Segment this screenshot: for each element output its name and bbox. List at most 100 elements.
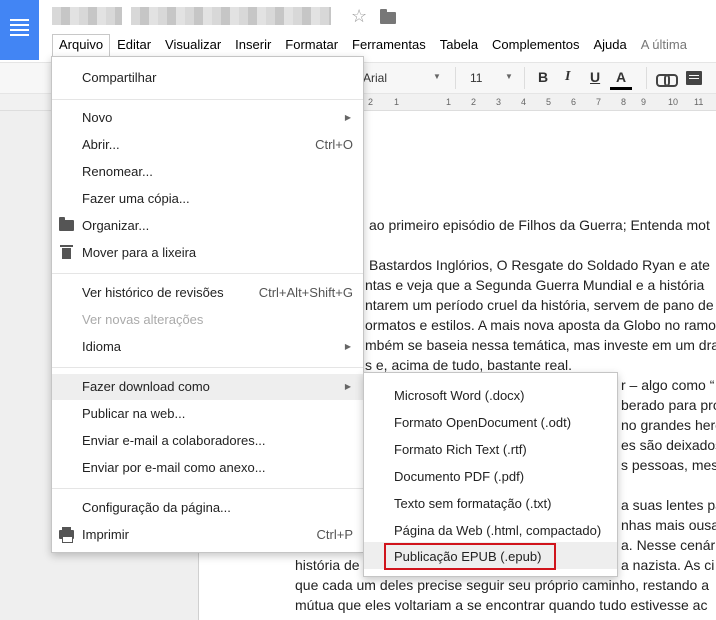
download-docx[interactable]: Microsoft Word (.docx) [364, 381, 617, 408]
menu-ferramentas[interactable]: Ferramentas [345, 34, 433, 56]
doc-text-line: a nazista. As ci [621, 557, 715, 573]
ruler-tick: 2 [368, 97, 374, 107]
doc-text-line: que cada um deles precise seguir seu pró… [295, 577, 710, 593]
menu-item-label: Imprimir [82, 527, 129, 542]
menu-item-new[interactable]: Novo ▶ [52, 105, 363, 131]
trash-icon [60, 245, 73, 259]
menu-item-rename[interactable]: Renomear... [52, 159, 363, 185]
menu-item-label: Fazer uma cópia... [82, 191, 190, 206]
doc-text-line: a. Nesse cenár [621, 537, 716, 553]
text-color-swatch [610, 87, 632, 90]
ruler-tick: 7 [596, 97, 602, 107]
doc-text-line: ao primeiro episódio de Filhos da Guerra… [369, 217, 710, 233]
menu-complementos[interactable]: Complementos [485, 34, 586, 56]
folder-icon[interactable] [380, 9, 396, 24]
menu-item-download[interactable]: Fazer download como ▶ [52, 374, 363, 400]
menu-visualizar[interactable]: Visualizar [158, 34, 228, 56]
menu-item-email-attachment[interactable]: Enviar por e-mail como anexo... [52, 455, 363, 481]
menu-item-label: Enviar e-mail a colaboradores... [82, 433, 266, 448]
menu-item-print[interactable]: Imprimir Ctrl+P [52, 522, 363, 548]
doc-text-line: história de [295, 557, 360, 573]
menu-item-language[interactable]: Idioma ▶ [52, 334, 363, 360]
menu-tabela[interactable]: Tabela [433, 34, 485, 56]
submenu-arrow-icon: ▶ [344, 342, 351, 351]
download-odt[interactable]: Formato OpenDocument (.odt) [364, 408, 617, 435]
download-pdf[interactable]: Documento PDF (.pdf) [364, 462, 617, 489]
doc-text-line: ormatos e estilos. A mais nova aposta da… [365, 317, 716, 333]
file-menu: Compartilhar Novo ▶ Abrir... Ctrl+O Renome… [51, 56, 364, 553]
underline-button[interactable]: U [590, 69, 600, 85]
folder-icon [59, 217, 74, 231]
font-select[interactable]: Arial [363, 71, 387, 85]
document-title-blurred[interactable] [52, 7, 122, 25]
docs-home-icon[interactable] [0, 0, 39, 60]
menu-ajuda[interactable]: Ajuda [586, 34, 633, 56]
ruler-tick: 11 [694, 97, 704, 107]
font-size-select[interactable]: 11 [470, 71, 482, 85]
menu-formatar[interactable]: Formatar [278, 34, 345, 56]
document-title-blurred-2[interactable] [131, 7, 331, 25]
doc-text-line: Bastardos Inglórios, O Resgate do Soldad… [369, 257, 710, 273]
doc-text-line: mútua que eles voltariam a se encontrar … [295, 597, 708, 613]
menu-arquivo[interactable]: Arquivo [52, 34, 111, 56]
doc-text-line: berado para pro [621, 397, 716, 413]
doc-text-line: mbém se baseia nessa temática, mas inves… [365, 337, 716, 353]
font-dropdown-icon[interactable]: ▼ [433, 72, 441, 81]
menu-item-revisions[interactable]: Ver histórico de revisões Ctrl+Alt+Shift+… [52, 280, 363, 306]
menu-divider [52, 99, 363, 100]
doc-text-line: s e, acima de tudo, bastante real. [365, 357, 573, 373]
last-edit-link[interactable]: A última [634, 34, 694, 56]
ruler-tick: 2 [471, 97, 477, 107]
ruler-tick: 5 [546, 97, 552, 107]
doc-text-line: a suas lentes pa [621, 497, 716, 513]
menu-item-publish[interactable]: Publicar na web... [52, 401, 363, 427]
insert-link-icon[interactable] [656, 74, 678, 87]
menu-item-trash[interactable]: Mover para a lixeira [52, 240, 363, 266]
shortcut-label: Ctrl+O [315, 137, 353, 152]
annotation-highlight-box [384, 543, 556, 570]
ruler-tick: 8 [621, 97, 627, 107]
menu-item-label: Organizar... [82, 218, 150, 233]
menu-item-label: Publicar na web... [82, 406, 186, 421]
download-html[interactable]: Página da Web (.html, compactado) [364, 516, 617, 543]
menu-divider [52, 367, 363, 368]
download-rtf[interactable]: Formato Rich Text (.rtf) [364, 435, 617, 462]
toolbar-divider [455, 67, 456, 89]
bold-button[interactable]: B [538, 69, 548, 85]
italic-button[interactable]: I [565, 69, 570, 85]
menu-item-label: Abrir... [82, 137, 120, 152]
download-epub[interactable]: Publicação EPUB (.epub) [364, 542, 617, 570]
menu-item-email-collaborators[interactable]: Enviar e-mail a colaboradores... [52, 428, 363, 454]
menu-bar: Arquivo Editar Visualizar Inserir Format… [52, 34, 694, 56]
doc-text-line: r – algo como “ [621, 377, 715, 393]
text-color-button[interactable]: A [616, 69, 626, 85]
menu-item-share[interactable]: Compartilhar [52, 65, 363, 91]
toolbar-divider [646, 67, 647, 89]
doc-text-line: ntarem um período cruel da história, ser… [365, 297, 714, 313]
menu-inserir[interactable]: Inserir [228, 34, 278, 56]
menu-item-label: Formato OpenDocument (.odt) [394, 415, 572, 430]
menu-editar[interactable]: Editar [110, 34, 158, 56]
menu-item-copy[interactable]: Fazer uma cópia... [52, 186, 363, 212]
submenu-arrow-icon: ▶ [344, 113, 351, 122]
menu-item-page-setup[interactable]: Configuração da página... [52, 495, 363, 521]
menu-item-organize[interactable]: Organizar... [52, 213, 363, 239]
download-txt[interactable]: Texto sem formatação (.txt) [364, 489, 617, 516]
font-size-dropdown-icon[interactable]: ▼ [505, 72, 513, 81]
menu-item-label: Enviar por e-mail como anexo... [82, 460, 266, 475]
menu-item-label: Idioma [82, 339, 122, 354]
download-submenu: Microsoft Word (.docx) Formato OpenDocum… [363, 372, 618, 577]
menu-item-label: Ver histórico de revisões [82, 285, 224, 300]
doc-text-line: no grandes heró [621, 417, 716, 433]
menu-item-label: Compartilhar [82, 70, 157, 85]
menu-item-open[interactable]: Abrir... Ctrl+O [52, 132, 363, 158]
star-icon[interactable]: ☆ [351, 6, 367, 27]
insert-comment-icon[interactable] [686, 71, 702, 85]
menu-item-label: Renomear... [82, 164, 153, 179]
ruler-tick: 6 [571, 97, 577, 107]
doc-text-line: nhas mais ousa [621, 517, 716, 533]
doc-text-line: ntas e veja que a Segunda Guerra Mundial… [365, 277, 705, 293]
toolbar-divider [524, 67, 525, 89]
ruler-tick: 10 [668, 97, 679, 107]
shortcut-label: Ctrl+Alt+Shift+G [258, 285, 353, 300]
